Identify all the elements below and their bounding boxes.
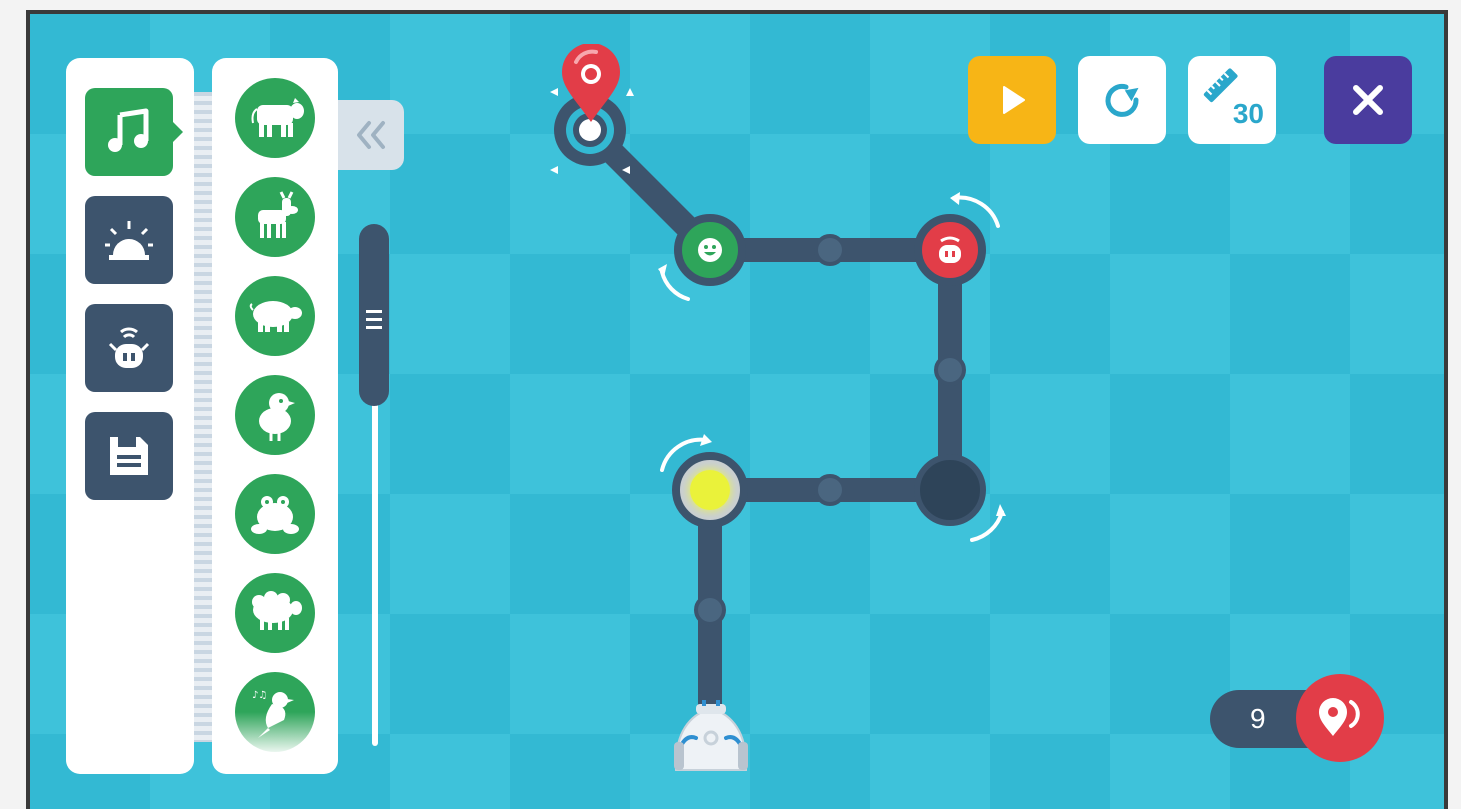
ruler-value: 30 (1232, 98, 1264, 129)
robot-action-node[interactable] (914, 214, 986, 286)
redo-icon (1105, 83, 1139, 117)
redo-button[interactable] (1078, 56, 1166, 144)
step-left-marker[interactable] (814, 234, 846, 266)
robot-character[interactable] (666, 690, 756, 780)
ruler-button[interactable]: 30 (1188, 56, 1276, 144)
waypoint-count: 9 (1250, 703, 1266, 734)
step-forward-marker[interactable] (694, 594, 726, 626)
location-pin-icon[interactable] (556, 44, 626, 124)
play-icon (1003, 86, 1025, 114)
robot-pet-icon (939, 236, 961, 263)
location-icon (1319, 698, 1360, 736)
light-icon (690, 470, 730, 510)
waypoint-button[interactable] (1296, 674, 1384, 762)
play-button[interactable] (968, 56, 1056, 144)
smile-icon (698, 238, 722, 262)
game-window: ♪♫ 30 9 (26, 10, 1448, 809)
corner-node[interactable] (914, 454, 986, 526)
close-button[interactable] (1324, 56, 1412, 144)
step-up-marker[interactable] (934, 354, 966, 386)
game-board[interactable]: ♪♫ 30 9 (30, 14, 1444, 809)
smile-action-node[interactable] (674, 214, 746, 286)
step-right-marker[interactable] (814, 474, 846, 506)
light-action-node[interactable] (672, 452, 748, 528)
close-icon (1353, 85, 1383, 115)
